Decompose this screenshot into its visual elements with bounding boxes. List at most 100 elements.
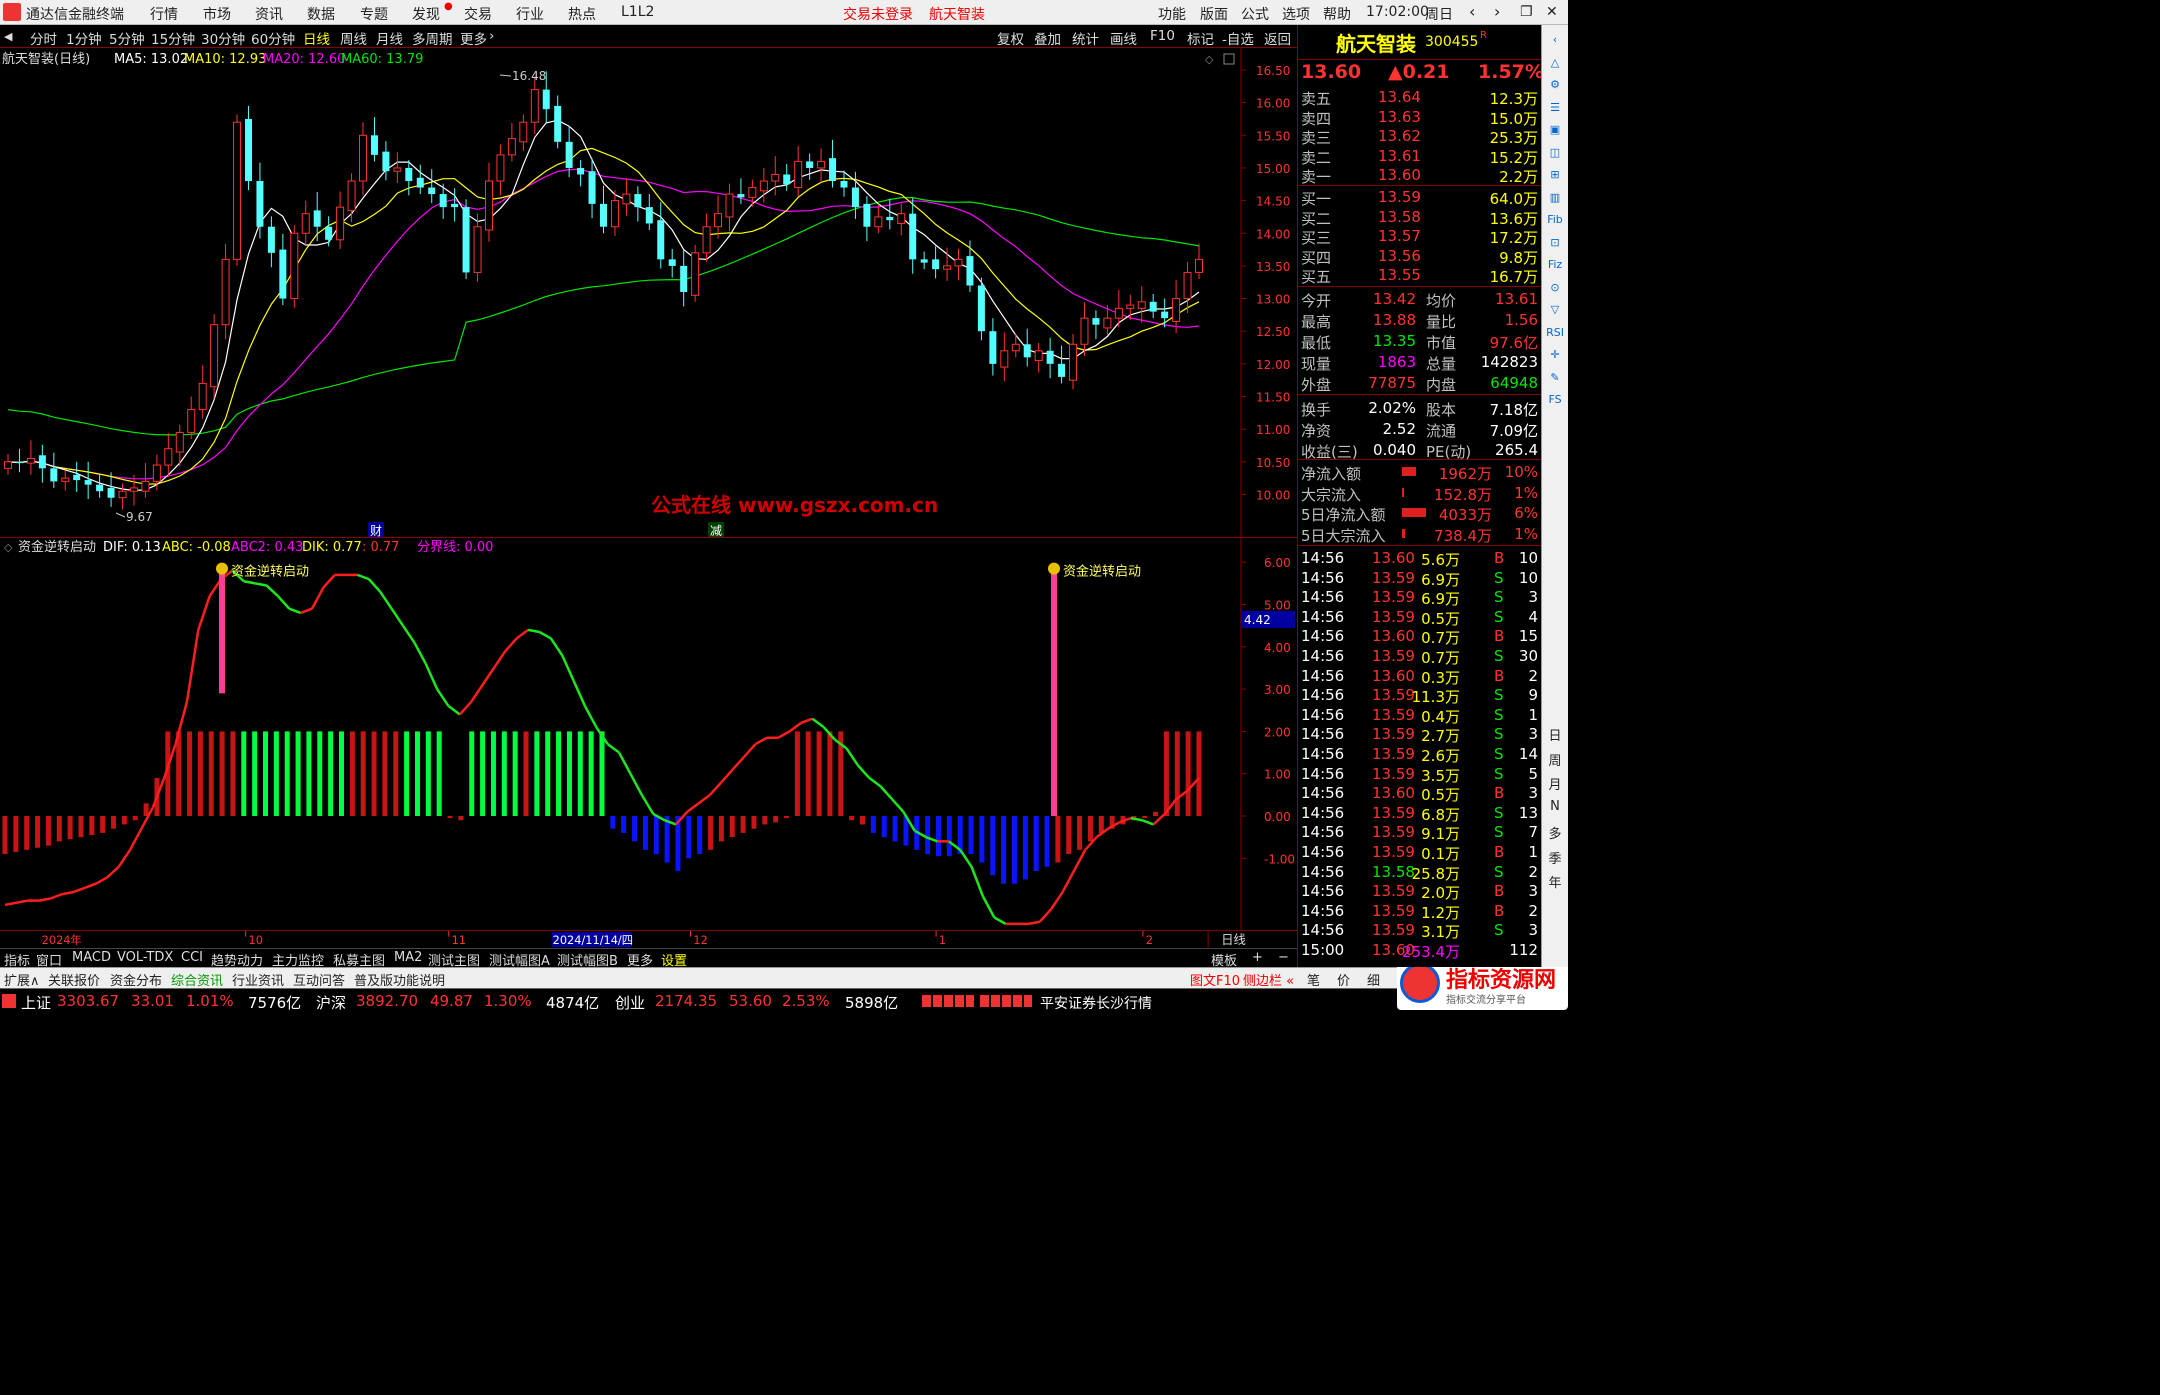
ask-row[interactable]: 卖一 13.60 2.2万 <box>1298 165 1542 186</box>
tick-row[interactable]: 14:56 13.59 6.9万 S 3 <box>1298 587 1542 608</box>
stat-row[interactable]: 最低 13.35 市值 97.6亿 <box>1298 331 1542 352</box>
tick-row[interactable]: 14:56 13.59 1.2万 B 2 <box>1298 901 1542 922</box>
side-tool-icon[interactable]: ⚙ <box>1546 78 1564 96</box>
menu-data[interactable]: 数据 <box>307 4 335 24</box>
menu-formula[interactable]: 公式 <box>1241 4 1269 24</box>
restore-window-icon[interactable]: ❐ <box>1520 4 1533 20</box>
tool-overlay[interactable]: 叠加 <box>1034 28 1061 48</box>
side-tool-icon[interactable]: ✎ <box>1546 371 1564 389</box>
tick-row[interactable]: 14:56 13.60 5.6万 B 10 <box>1298 548 1542 569</box>
bid-row[interactable]: 买四 13.56 9.8万 <box>1298 246 1542 267</box>
tab-ticks[interactable]: 笔 <box>1307 970 1320 989</box>
menu-topics[interactable]: 专题 <box>360 4 388 24</box>
menu-help[interactable]: 帮助 <box>1323 4 1351 24</box>
tick-row[interactable]: 14:56 13.59 0.4万 S 1 <box>1298 705 1542 726</box>
tick-row[interactable]: 14:56 13.59 6.9万 S 10 <box>1298 568 1542 589</box>
side-tool-icon[interactable]: ✛ <box>1546 348 1564 366</box>
tab-related-quote[interactable]: 关联报价 <box>48 970 100 989</box>
tool-back[interactable]: 返回 <box>1264 28 1291 48</box>
period-multi[interactable]: 多周期 <box>412 28 453 48</box>
bid-row[interactable]: 买三 13.57 17.2万 <box>1298 226 1542 247</box>
period-shortcut[interactable]: 月 <box>1546 774 1564 793</box>
tab-expand[interactable]: 扩展∧ <box>4 970 40 989</box>
tick-row[interactable]: 14:56 13.60 0.7万 B 15 <box>1298 626 1542 647</box>
menu-market[interactable]: 行情 <box>150 4 178 24</box>
sidebar-toggle[interactable]: 侧边栏 « <box>1243 970 1294 989</box>
tick-row[interactable]: 14:56 13.59 11.3万 S 9 <box>1298 685 1542 706</box>
tick-row[interactable]: 14:56 13.58 25.8万 S 2 <box>1298 862 1542 883</box>
tick-row[interactable]: 14:56 13.59 2.6万 S 14 <box>1298 744 1542 765</box>
period-shortcut[interactable]: N <box>1546 799 1564 817</box>
stat-row[interactable]: 最高 13.88 量比 1.56 <box>1298 310 1542 331</box>
side-tool-icon[interactable]: ⊡ <box>1546 236 1564 254</box>
tick-row[interactable]: 14:56 13.59 6.8万 S 13 <box>1298 803 1542 824</box>
menu-layout[interactable]: 版面 <box>1200 4 1228 24</box>
stat-row[interactable]: 收益(三) 0.040 PE(动) 265.4 <box>1298 440 1542 461</box>
flow-row[interactable]: 大宗流入 152.8万 1% <box>1298 483 1542 504</box>
period-more[interactable]: 更多 <box>460 28 487 48</box>
indicator-toggle-icon[interactable]: ◇ <box>4 541 13 554</box>
period-shortcut[interactable]: 日 <box>1546 725 1564 744</box>
more-chevron-icon[interactable]: › <box>489 28 494 44</box>
side-tool-icon[interactable]: ⊞ <box>1546 168 1564 186</box>
side-tool-icon[interactable]: ◫ <box>1546 146 1564 164</box>
side-tool-icon[interactable]: RSI <box>1546 326 1564 344</box>
marker-finance[interactable]: 财 <box>370 524 382 538</box>
period-shortcut[interactable]: 季 <box>1546 848 1564 867</box>
side-tool-icon[interactable]: △ <box>1546 56 1564 74</box>
tick-row[interactable]: 14:56 13.60 0.3万 B 2 <box>1298 666 1542 687</box>
trade-login-status[interactable]: 交易未登录 <box>843 4 913 24</box>
period-fenshi[interactable]: 分时 <box>30 28 57 48</box>
menu-discover[interactable]: 发现 <box>412 4 440 24</box>
flow-row[interactable]: 净流入额 1962万 10% <box>1298 462 1542 483</box>
bid-row[interactable]: 买五 13.55 16.7万 <box>1298 265 1542 286</box>
period-weekly[interactable]: 周线 <box>340 28 367 48</box>
bid-row[interactable]: 买一 13.59 64.0万 <box>1298 187 1542 208</box>
tab-industry-news[interactable]: 行业资讯 <box>232 970 284 989</box>
marker-reduce[interactable]: 减 <box>710 524 722 538</box>
period-5min[interactable]: 5分钟 <box>109 28 145 48</box>
tick-row[interactable]: 14:56 13.59 0.7万 S 30 <box>1298 646 1542 667</box>
period-shortcut[interactable]: 多 <box>1546 823 1564 842</box>
tick-row[interactable]: 14:56 13.59 9.1万 S 7 <box>1298 822 1542 843</box>
stat-row[interactable]: 外盘 77875 内盘 64948 <box>1298 373 1542 394</box>
tick-row[interactable]: 14:56 13.59 2.0万 B 3 <box>1298 881 1542 902</box>
tab-price[interactable]: 价 <box>1337 970 1350 989</box>
menu-function[interactable]: 功能 <box>1158 4 1186 24</box>
diamond-icon[interactable]: ◇ <box>1205 53 1214 66</box>
sh-label[interactable]: 上证 <box>21 992 51 1013</box>
add-window-button[interactable]: + <box>1252 950 1263 965</box>
period-shortcut[interactable]: 年 <box>1546 872 1564 891</box>
tool-stats[interactable]: 统计 <box>1072 28 1099 48</box>
tab-ma2[interactable]: MA2 <box>394 950 422 965</box>
side-tool-icon[interactable]: FS <box>1546 393 1564 411</box>
period-30min[interactable]: 30分钟 <box>201 28 245 48</box>
tab-fund-distribution[interactable]: 资金分布 <box>110 970 162 989</box>
menu-hot[interactable]: 热点 <box>568 4 596 24</box>
menu-trade[interactable]: 交易 <box>464 4 492 24</box>
stat-row[interactable]: 换手 2.02% 股本 7.18亿 <box>1298 398 1542 419</box>
tick-row[interactable]: 14:56 13.59 3.1万 S 3 <box>1298 920 1542 941</box>
tick-row[interactable]: 14:56 13.59 0.5万 S 4 <box>1298 607 1542 628</box>
tool-draw[interactable]: 画线 <box>1110 28 1137 48</box>
tool-watchlist[interactable]: -自选 <box>1222 28 1254 48</box>
menu-industry[interactable]: 行业 <box>516 4 544 24</box>
period-15min[interactable]: 15分钟 <box>151 28 195 48</box>
tick-row[interactable]: 14:56 13.60 0.5万 B 3 <box>1298 783 1542 804</box>
tab-news[interactable]: 综合资讯 <box>171 970 223 989</box>
back-arrow-icon[interactable]: ‹ <box>1469 2 1475 21</box>
tab-edition-info[interactable]: 普及版功能说明 <box>354 970 445 989</box>
side-tool-icon[interactable]: ▣ <box>1546 123 1564 141</box>
side-tool-icon[interactable]: Fiz <box>1546 258 1564 276</box>
period-monthly[interactable]: 月线 <box>376 28 403 48</box>
ask-row[interactable]: 卖四 13.63 15.0万 <box>1298 107 1542 128</box>
sz-label[interactable]: 沪深 <box>316 992 346 1013</box>
indicator-chart[interactable]: 6.00 5.00 4.00 3.00 2.00 1.00 0.00 -1.00 资金逆转启动… <box>0 538 1297 930</box>
menu-markets[interactable]: 市场 <box>203 4 231 24</box>
tick-row[interactable]: 14:56 13.59 0.1万 B 1 <box>1298 842 1542 863</box>
tool-mark[interactable]: 标记 <box>1187 28 1214 48</box>
cy-label[interactable]: 创业 <box>615 992 645 1013</box>
flow-row[interactable]: 5日净流入额 4033万 6% <box>1298 503 1542 524</box>
tab-macd[interactable]: MACD <box>72 950 111 965</box>
stat-row[interactable]: 现量 1863 总量 142823 <box>1298 352 1542 373</box>
